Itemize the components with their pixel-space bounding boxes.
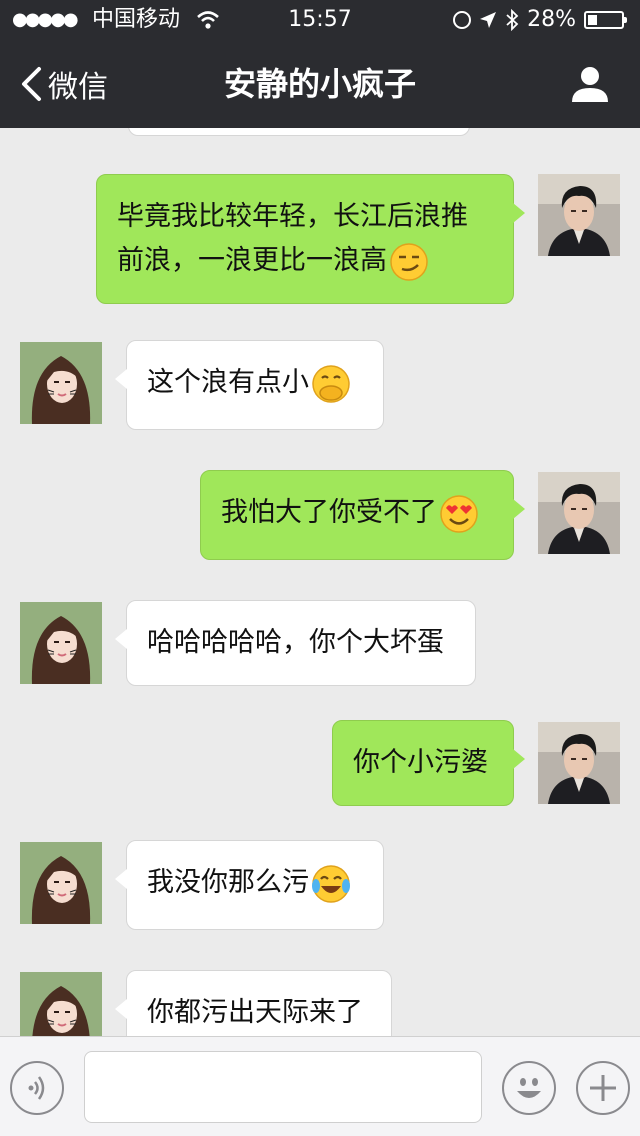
message-input[interactable] bbox=[84, 1051, 482, 1123]
message-text-line: 你都污出天际来了 bbox=[147, 997, 363, 1028]
sent-message-bubble[interactable]: 毕竟我比较年轻，长江后浪推前浪，一浪更比一浪高 bbox=[96, 174, 525, 304]
status-right-group: 28% bbox=[453, 0, 627, 40]
sent-message-bubble[interactable]: 我怕大了你受不了 bbox=[200, 470, 525, 560]
emoji-button[interactable] bbox=[502, 1061, 556, 1115]
message-row: 我没你那么污 bbox=[0, 840, 640, 930]
chat-title: 安静的小疯子 bbox=[223, 65, 416, 103]
message-text-line: 哈哈哈哈哈，你个大坏蛋 bbox=[147, 627, 444, 658]
message-text-line: 毕竟我比较年轻，长江后浪推 bbox=[117, 201, 468, 232]
sent-message-bubble[interactable]: 你个小污婆 bbox=[332, 720, 525, 806]
my-avatar[interactable] bbox=[538, 472, 620, 554]
voice-button[interactable] bbox=[10, 1061, 64, 1115]
message-text-line: 你个小污婆 bbox=[353, 747, 488, 778]
battery-icon bbox=[584, 11, 627, 29]
heart-eyes-emoji-icon bbox=[439, 494, 479, 534]
emoji-icon bbox=[517, 1078, 541, 1098]
battery-percent: 28% bbox=[527, 7, 576, 32]
contact-avatar[interactable] bbox=[20, 342, 102, 424]
message-row: 我怕大了你受不了 bbox=[0, 470, 640, 560]
hand-over-mouth-emoji-icon bbox=[311, 364, 351, 404]
message-row: 哈哈哈哈哈，你个大坏蛋 bbox=[0, 600, 640, 686]
top-bar: ●●●●● 中国移动 15:57 28% 微信 安静的小疯子 bbox=[0, 0, 640, 128]
orientation-lock-icon bbox=[453, 11, 472, 29]
received-message-bubble[interactable]: 哈哈哈哈哈，你个大坏蛋 bbox=[115, 600, 476, 686]
navigation-bar: 微信 安静的小疯子 bbox=[0, 40, 640, 128]
bluetooth-icon bbox=[506, 9, 519, 31]
message-row: 毕竟我比较年轻，长江后浪推前浪，一浪更比一浪高 bbox=[0, 174, 640, 304]
received-message-bubble[interactable]: 这个浪有点小 bbox=[115, 340, 384, 430]
contact-avatar[interactable] bbox=[20, 602, 102, 684]
message-text-line: 我怕大了你受不了 bbox=[221, 491, 493, 535]
tears-of-joy-emoji-icon bbox=[311, 864, 351, 904]
voice-icon bbox=[28, 1076, 45, 1100]
location-icon bbox=[480, 12, 497, 28]
contact-avatar[interactable] bbox=[20, 972, 102, 1036]
received-message-bubble[interactable]: 我没你那么污 bbox=[115, 840, 384, 930]
received-message-bubble[interactable]: 你都污出天际来了 bbox=[115, 970, 392, 1036]
profile-icon[interactable] bbox=[570, 64, 610, 104]
chat-area[interactable]: 毕竟我比较年轻，长江后浪推前浪，一浪更比一浪高这个浪有点小我怕大了你受不了哈哈哈… bbox=[0, 128, 640, 1036]
contact-avatar[interactable] bbox=[20, 842, 102, 924]
message-text-line: 这个浪有点小 bbox=[147, 361, 363, 405]
message-row: 你都污出天际来了 bbox=[0, 970, 640, 1036]
plus-icon bbox=[590, 1075, 616, 1101]
message-text-line: 前浪，一浪更比一浪高 bbox=[117, 239, 493, 283]
message-row: 这个浪有点小 bbox=[0, 340, 640, 430]
message-text-line: 我没你那么污 bbox=[147, 861, 363, 905]
smirk-emoji-icon bbox=[389, 242, 429, 282]
plus-button[interactable] bbox=[576, 1061, 630, 1115]
previous-message-fragment bbox=[128, 128, 470, 136]
message-row: 你个小污婆 bbox=[0, 720, 640, 806]
status-bar: ●●●●● 中国移动 15:57 28% bbox=[0, 0, 640, 40]
input-bar bbox=[0, 1036, 640, 1136]
my-avatar[interactable] bbox=[538, 174, 620, 256]
my-avatar[interactable] bbox=[538, 722, 620, 804]
